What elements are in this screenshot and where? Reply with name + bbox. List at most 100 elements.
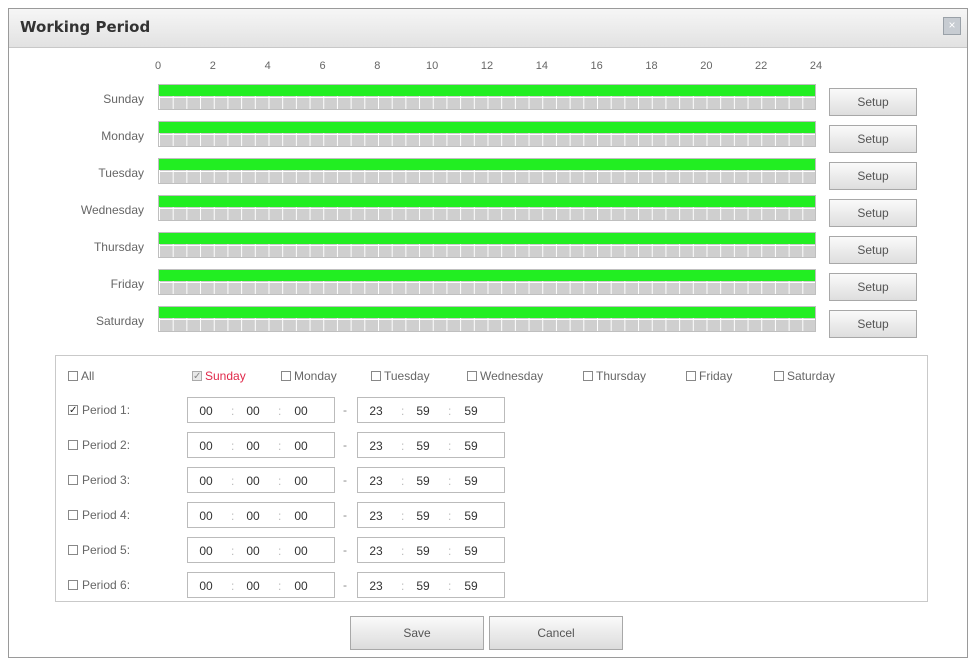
- day-checkbox-label: Friday: [699, 369, 733, 383]
- hour-tick-label: 6: [319, 60, 326, 72]
- time-segment[interactable]: 23: [366, 404, 386, 418]
- day-schedule-track[interactable]: [158, 158, 816, 184]
- active-period-bar: [159, 307, 815, 318]
- period-checkbox[interactable]: [68, 475, 78, 485]
- setup-button[interactable]: Setup: [829, 236, 917, 264]
- time-segment[interactable]: 00: [243, 544, 263, 558]
- time-segment[interactable]: 59: [413, 579, 433, 593]
- setup-button[interactable]: Setup: [829, 125, 917, 153]
- day-checkbox[interactable]: [686, 371, 696, 381]
- time-segment[interactable]: 23: [366, 579, 386, 593]
- close-icon[interactable]: ×: [943, 17, 961, 35]
- day-checkbox: ✓: [192, 371, 202, 382]
- hour-tick-label: 16: [590, 60, 603, 72]
- time-separator: :: [448, 439, 452, 453]
- active-period-bar: [159, 196, 815, 207]
- time-segment[interactable]: 00: [243, 579, 263, 593]
- time-segment[interactable]: 00: [291, 544, 311, 558]
- time-segment[interactable]: 23: [366, 544, 386, 558]
- range-dash: -: [343, 543, 347, 557]
- time-separator: :: [231, 404, 235, 418]
- time-segment[interactable]: 00: [196, 474, 216, 488]
- day-checkbox[interactable]: [281, 371, 291, 381]
- time-segment[interactable]: 59: [461, 404, 481, 418]
- period-label: Period 5:: [82, 543, 131, 557]
- period-checkbox[interactable]: [68, 510, 78, 520]
- period-end-time[interactable]: 23:59:59: [357, 432, 505, 458]
- period-end-time[interactable]: 23:59:59: [357, 502, 505, 528]
- time-segment[interactable]: 59: [413, 404, 433, 418]
- period-checkbox[interactable]: [68, 545, 78, 555]
- setup-button[interactable]: Setup: [829, 273, 917, 301]
- time-separator: :: [231, 579, 235, 593]
- setup-button[interactable]: Setup: [829, 199, 917, 227]
- time-segment[interactable]: 00: [243, 474, 263, 488]
- time-segment[interactable]: 59: [413, 474, 433, 488]
- check-icon: ✓: [193, 371, 202, 382]
- day-checkbox[interactable]: [467, 371, 477, 381]
- period-end-time[interactable]: 23:59:59: [357, 537, 505, 563]
- time-segment[interactable]: 59: [461, 544, 481, 558]
- period-checkbox[interactable]: ✓: [68, 405, 78, 416]
- time-separator: :: [401, 509, 405, 523]
- setup-button[interactable]: Setup: [829, 310, 917, 338]
- period-end-time[interactable]: 23:59:59: [357, 572, 505, 598]
- save-button[interactable]: Save: [350, 616, 484, 650]
- day-schedule-track[interactable]: [158, 195, 816, 221]
- setup-button[interactable]: Setup: [829, 162, 917, 190]
- day-schedule-track[interactable]: [158, 232, 816, 258]
- time-segment[interactable]: 00: [243, 439, 263, 453]
- time-segment[interactable]: 23: [366, 509, 386, 523]
- time-segment[interactable]: 59: [461, 509, 481, 523]
- period-checkbox[interactable]: [68, 440, 78, 450]
- period-start-time[interactable]: 00:00:00: [187, 502, 335, 528]
- day-schedule-track[interactable]: [158, 84, 816, 110]
- time-segment[interactable]: 00: [196, 509, 216, 523]
- time-segment[interactable]: 00: [243, 509, 263, 523]
- time-separator: :: [278, 579, 282, 593]
- time-segment[interactable]: 00: [196, 544, 216, 558]
- day-schedule-track[interactable]: [158, 306, 816, 332]
- time-segment[interactable]: 59: [461, 474, 481, 488]
- period-checkbox[interactable]: [68, 580, 78, 590]
- time-segment[interactable]: 00: [291, 404, 311, 418]
- time-segment[interactable]: 00: [243, 404, 263, 418]
- time-segment[interactable]: 00: [291, 509, 311, 523]
- hour-tick-label: 8: [374, 60, 381, 72]
- period-start-time[interactable]: 00:00:00: [187, 572, 335, 598]
- time-segment[interactable]: 59: [461, 439, 481, 453]
- range-dash: -: [343, 508, 347, 522]
- time-segment[interactable]: 23: [366, 439, 386, 453]
- day-label: Wednesday: [80, 203, 144, 217]
- period-start-time[interactable]: 00:00:00: [187, 432, 335, 458]
- time-segment[interactable]: 00: [196, 439, 216, 453]
- time-segment[interactable]: 00: [291, 474, 311, 488]
- cancel-button[interactable]: Cancel: [489, 616, 623, 650]
- day-checkbox[interactable]: [68, 371, 78, 381]
- day-checkbox[interactable]: [583, 371, 593, 381]
- time-segment[interactable]: 59: [413, 544, 433, 558]
- time-segment[interactable]: 59: [461, 579, 481, 593]
- day-schedule-track[interactable]: [158, 121, 816, 147]
- time-segment[interactable]: 59: [413, 509, 433, 523]
- active-period-bar: [159, 122, 815, 133]
- time-segment[interactable]: 00: [196, 579, 216, 593]
- period-start-time[interactable]: 00:00:00: [187, 397, 335, 423]
- day-checkbox[interactable]: [371, 371, 381, 381]
- time-segment[interactable]: 00: [291, 579, 311, 593]
- period-end-time[interactable]: 23:59:59: [357, 397, 505, 423]
- day-checkbox[interactable]: [774, 371, 784, 381]
- period-start-time[interactable]: 00:00:00: [187, 537, 335, 563]
- time-segment[interactable]: 00: [196, 404, 216, 418]
- time-segment[interactable]: 00: [291, 439, 311, 453]
- day-schedule-track[interactable]: [158, 269, 816, 295]
- period-start-time[interactable]: 00:00:00: [187, 467, 335, 493]
- time-segment[interactable]: 23: [366, 474, 386, 488]
- setup-button[interactable]: Setup: [829, 88, 917, 116]
- hour-tick-label: 14: [535, 60, 548, 72]
- time-separator: :: [401, 404, 405, 418]
- period-end-time[interactable]: 23:59:59: [357, 467, 505, 493]
- period-label: Period 6:: [82, 578, 131, 592]
- time-segment[interactable]: 59: [413, 439, 433, 453]
- time-separator: :: [278, 404, 282, 418]
